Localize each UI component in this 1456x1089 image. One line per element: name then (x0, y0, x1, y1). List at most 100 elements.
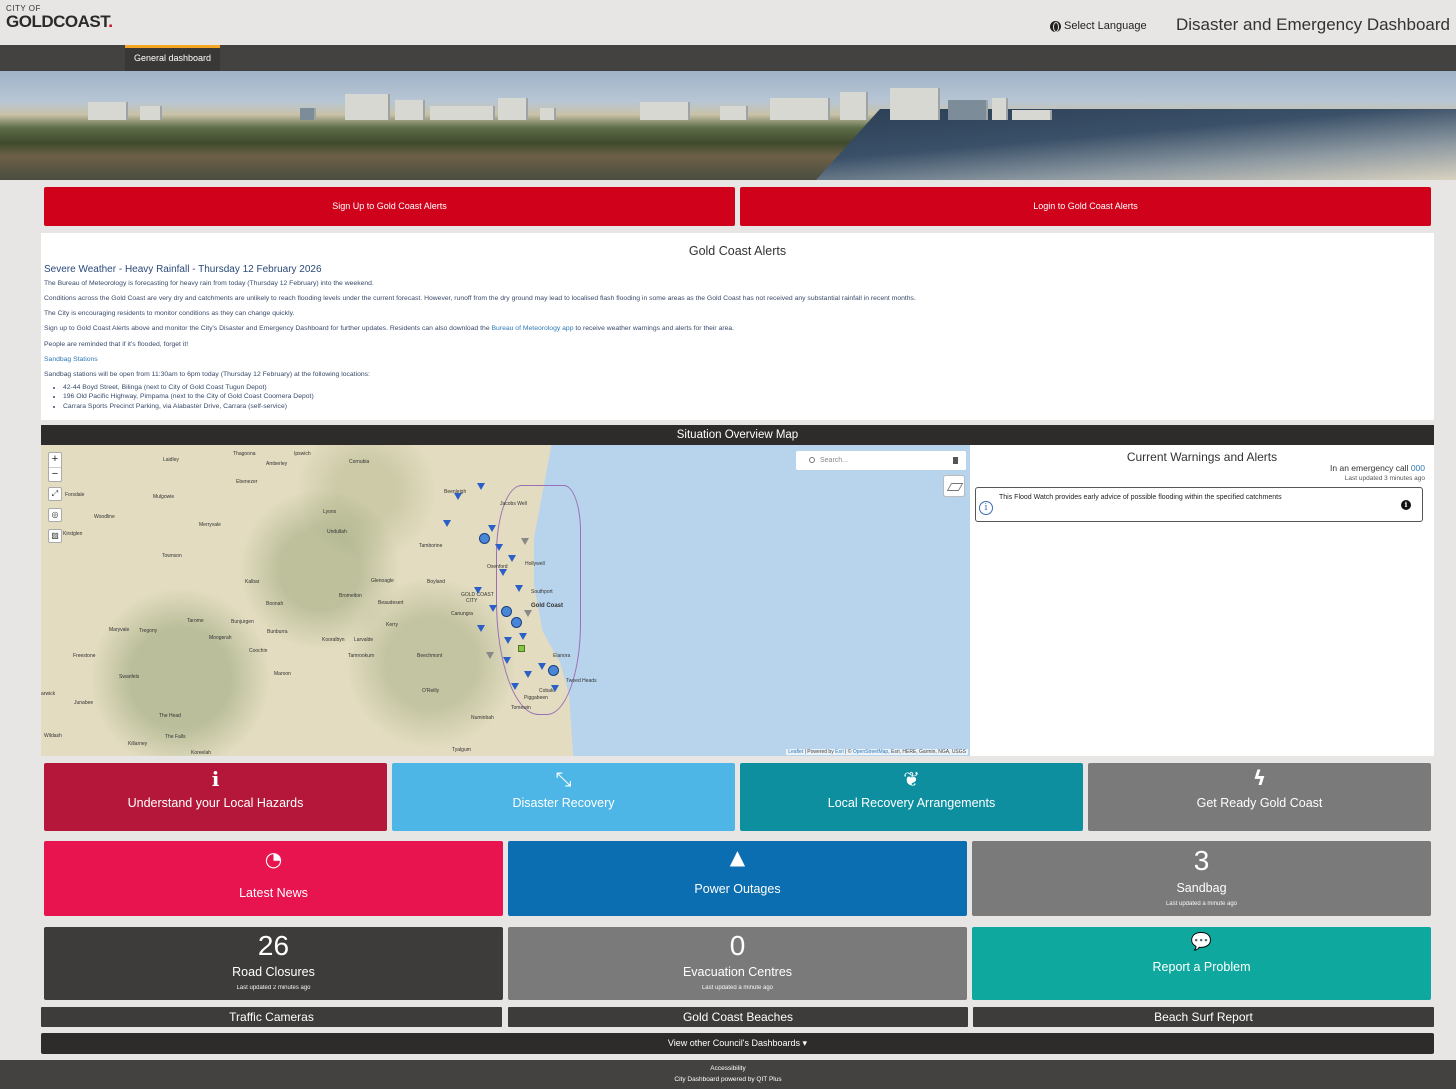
zoom-in-button[interactable]: + (49, 453, 61, 467)
tab-general-dashboard[interactable]: General dashboard (125, 45, 221, 71)
alert-paragraph-3: The City is encouraging residents to mon… (44, 310, 295, 318)
tile-label: Local Recovery Arrangements (827, 796, 996, 810)
ocean-area (534, 445, 970, 756)
basemap-toggle-icon[interactable]: ▨ (48, 529, 62, 543)
situation-map-title: Situation Overview Map (41, 425, 1434, 445)
warning-marker[interactable] (511, 683, 519, 690)
fullscreen-icon[interactable]: ⤢ (48, 487, 62, 501)
alert-pin[interactable] (501, 606, 512, 617)
search-icon (809, 457, 815, 463)
sandbag-marker[interactable] (518, 645, 525, 652)
zoom-control[interactable]: + − (48, 452, 62, 482)
logo-big-text: GOLDCOAST. (6, 12, 113, 31)
alert-pin[interactable] (548, 665, 559, 676)
warning-marker[interactable] (551, 685, 559, 692)
bom-app-link[interactable]: Bureau of Meteorology app (492, 325, 574, 332)
warning-marker[interactable] (488, 525, 496, 532)
tile-updated: Last updated 2 minutes ago (236, 985, 311, 991)
globe-icon (1050, 20, 1061, 32)
handshake-icon: ⤡ (555, 767, 572, 791)
warning-marker[interactable] (519, 633, 527, 640)
sandbag-location-list: 42-44 Boyd Street, Bilinga (next to City… (63, 383, 1434, 412)
city-logo[interactable]: CITY OF GOLDCOAST. (6, 5, 113, 31)
tile-label: Understand your Local Hazards (127, 796, 304, 810)
gold-coast-beaches-link[interactable]: Gold Coast Beaches (508, 1007, 968, 1027)
zoom-out-button[interactable]: − (49, 467, 61, 481)
other-dashboards-dropdown[interactable]: View other Council's Dashboards ▾ (41, 1033, 1434, 1054)
latest-news-tile[interactable]: ◔ Latest News (44, 841, 503, 916)
info-button-icon[interactable]: i (1401, 500, 1411, 510)
alert-pin[interactable] (511, 617, 522, 628)
nav-bar: General dashboard (0, 45, 1456, 71)
warning-marker[interactable] (515, 585, 523, 592)
warning-marker[interactable] (486, 652, 494, 659)
warning-marker[interactable] (495, 544, 503, 551)
hero-banner-image (0, 71, 1456, 180)
warning-marker[interactable] (524, 610, 532, 617)
understand-local-hazards-tile[interactable]: i Understand your Local Hazards (44, 763, 387, 831)
evacuation-centres-tile[interactable]: 0 Evacuation Centres Last updated a minu… (508, 927, 967, 1000)
login-alerts-button[interactable]: Login to Gold Coast Alerts (740, 187, 1431, 226)
info-icon: i (979, 501, 993, 515)
report-a-problem-tile[interactable]: 💬 Report a Problem (972, 927, 1431, 1000)
flood-watch-card[interactable]: i This Flood Watch provides early advice… (975, 487, 1423, 522)
locate-icon[interactable]: ◎ (48, 508, 62, 522)
leaflet-link[interactable]: Leaflet (788, 749, 803, 755)
select-language-button[interactable]: Select Language (1050, 20, 1147, 32)
osm-link[interactable]: OpenStreetMap (853, 749, 888, 755)
warning-marker[interactable] (503, 657, 511, 664)
esri-link[interactable]: Esri (835, 749, 844, 755)
warning-marker[interactable] (454, 493, 462, 500)
warning-marker[interactable] (508, 555, 516, 562)
alert-paragraph-5: People are reminded that if it's flooded… (44, 340, 189, 348)
warning-marker[interactable] (521, 538, 529, 545)
list-item: 42-44 Boyd Street, Bilinga (next to City… (63, 383, 1434, 393)
beach-surf-report-link[interactable]: Beach Surf Report (973, 1007, 1434, 1027)
warnings-panel: Current Warnings and Alerts In an emerge… (970, 445, 1434, 756)
flood-watch-text: This Flood Watch provides early advice o… (999, 494, 1282, 501)
tile-label: Road Closures (232, 965, 315, 979)
power-warning-icon: ▲ (729, 845, 746, 869)
map-search-input[interactable]: Search... (796, 451, 966, 470)
alerts-heading: Gold Coast Alerts (688, 244, 787, 258)
powered-by-text: City Dashboard powered by QIT Plus (674, 1076, 782, 1083)
warning-marker[interactable] (504, 637, 512, 644)
accessibility-link[interactable]: Accessibility (0, 1063, 1456, 1074)
sign-up-alerts-button[interactable]: Sign Up to Gold Coast Alerts (44, 187, 735, 226)
select-language-label: Select Language (1064, 20, 1147, 32)
alert-pin[interactable] (479, 533, 490, 544)
warning-marker[interactable] (477, 483, 485, 490)
disaster-recovery-tile[interactable]: ⤡ Disaster Recovery (392, 763, 735, 831)
trash-icon[interactable] (953, 457, 958, 464)
sandbag-tile[interactable]: 3 Sandbag Last updated a minute ago (972, 841, 1431, 916)
get-ready-gold-coast-tile[interactable]: ϟ Get Ready Gold Coast (1088, 763, 1431, 831)
local-recovery-arrangements-tile[interactable]: ❦ Local Recovery Arrangements (740, 763, 1083, 831)
sandbag-intro: Sandbag stations will be open from 11:30… (44, 370, 370, 378)
warning-marker[interactable] (524, 671, 532, 678)
tile-label: Report a Problem (1152, 960, 1251, 974)
rss-icon: ◔ (264, 847, 283, 871)
sandbag-count: 3 (1193, 845, 1210, 876)
warning-marker[interactable] (538, 663, 546, 670)
layers-icon[interactable] (943, 475, 965, 497)
tile-label: Disaster Recovery (512, 796, 615, 810)
traffic-cameras-link[interactable]: Traffic Cameras (41, 1007, 502, 1027)
warning-marker[interactable] (443, 520, 451, 527)
warning-marker[interactable] (489, 605, 497, 612)
footer: Accessibility City Dashboard powered by … (0, 1060, 1456, 1089)
road-closures-tile[interactable]: 26 Road Closures Last updated 2 minutes … (44, 927, 503, 1000)
road-closures-count: 26 (257, 930, 290, 961)
tile-label: Sandbag (1176, 881, 1227, 895)
warning-marker[interactable] (499, 569, 507, 576)
situation-overview-map[interactable]: Laidley Thagoona Amberley Ipswich Cornub… (41, 445, 970, 756)
tile-label: Evacuation Centres (682, 965, 793, 979)
lightning-icon: ϟ (1252, 766, 1267, 790)
warning-marker[interactable] (477, 625, 485, 632)
power-outages-tile[interactable]: ▲ Power Outages (508, 841, 967, 916)
warnings-heading: Current Warnings and Alerts (1126, 450, 1278, 464)
tile-label: Latest News (239, 886, 308, 900)
tile-label: Power Outages (694, 882, 781, 896)
warning-marker[interactable] (474, 587, 482, 594)
map-attribution: Leaflet | Powered by Esri | © OpenStreet… (786, 749, 968, 755)
emergency-number-link[interactable]: 000 (1411, 463, 1425, 473)
